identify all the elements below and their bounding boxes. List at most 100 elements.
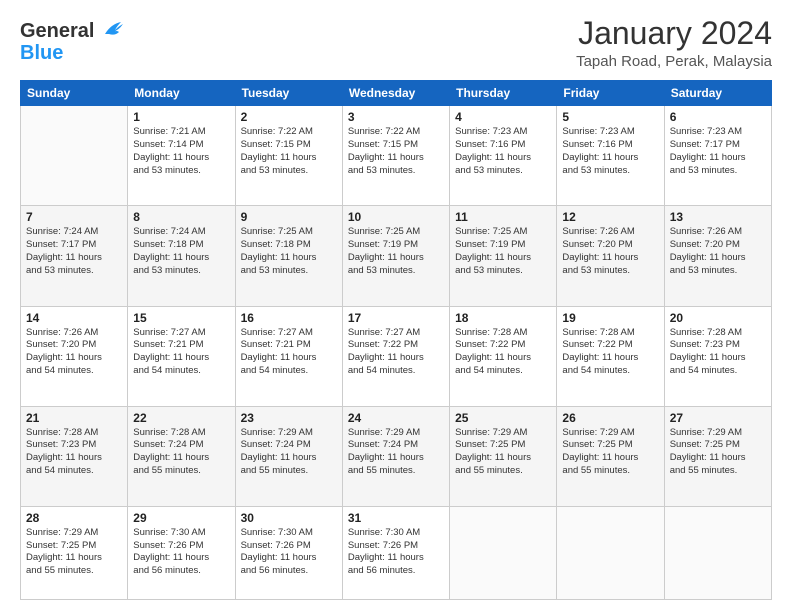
calendar-cell: 6 Sunrise: 7:23 AM Sunset: 7:17 PM Daylig… — [664, 106, 771, 206]
day-info: Sunrise: 7:29 AM Sunset: 7:24 PM Dayligh… — [348, 427, 444, 478]
day-number: 25 — [455, 411, 551, 425]
day-number: 26 — [562, 411, 658, 425]
header-saturday: Saturday — [664, 81, 771, 106]
day-info: Sunrise: 7:28 AM Sunset: 7:23 PM Dayligh… — [670, 327, 766, 378]
day-number: 17 — [348, 311, 444, 325]
calendar-cell: 9 Sunrise: 7:25 AM Sunset: 7:18 PM Daylig… — [235, 206, 342, 306]
calendar-cell: 25 Sunrise: 7:29 AM Sunset: 7:25 PM Dayli… — [450, 406, 557, 506]
day-number: 10 — [348, 210, 444, 224]
day-number: 18 — [455, 311, 551, 325]
day-info: Sunrise: 7:21 AM Sunset: 7:14 PM Dayligh… — [133, 126, 229, 177]
day-info: Sunrise: 7:29 AM Sunset: 7:24 PM Dayligh… — [241, 427, 337, 478]
day-info: Sunrise: 7:30 AM Sunset: 7:26 PM Dayligh… — [348, 527, 444, 578]
day-info: Sunrise: 7:26 AM Sunset: 7:20 PM Dayligh… — [670, 226, 766, 277]
logo-bird-icon — [97, 16, 123, 42]
header-wednesday: Wednesday — [342, 81, 449, 106]
calendar-cell: 22Sunrise: 7:28 AM Sunset: 7:24 PM Dayli… — [128, 406, 235, 506]
calendar-cell: 5 Sunrise: 7:23 AM Sunset: 7:16 PM Daylig… — [557, 106, 664, 206]
calendar-cell — [21, 106, 128, 206]
day-number: 27 — [670, 411, 766, 425]
calendar-cell: 1 Sunrise: 7:21 AM Sunset: 7:14 PM Daylig… — [128, 106, 235, 206]
day-number: 11 — [455, 210, 551, 224]
day-info: Sunrise: 7:23 AM Sunset: 7:16 PM Dayligh… — [455, 126, 551, 177]
calendar-cell: 20 Sunrise: 7:28 AM Sunset: 7:23 PM Dayli… — [664, 306, 771, 406]
day-number: 24 — [348, 411, 444, 425]
day-info: Sunrise: 7:27 AM Sunset: 7:21 PM Dayligh… — [133, 327, 229, 378]
calendar-cell: 21Sunrise: 7:28 AM Sunset: 7:23 PM Dayli… — [21, 406, 128, 506]
day-info: Sunrise: 7:25 AM Sunset: 7:19 PM Dayligh… — [455, 226, 551, 277]
day-info: Sunrise: 7:28 AM Sunset: 7:23 PM Dayligh… — [26, 427, 122, 478]
day-number: 16 — [241, 311, 337, 325]
day-number: 13 — [670, 210, 766, 224]
day-info: Sunrise: 7:29 AM Sunset: 7:25 PM Dayligh… — [455, 427, 551, 478]
calendar-cell: 8 Sunrise: 7:24 AM Sunset: 7:18 PM Daylig… — [128, 206, 235, 306]
calendar-cell: 16 Sunrise: 7:27 AM Sunset: 7:21 PM Dayli… — [235, 306, 342, 406]
weekday-header-row: Sunday Monday Tuesday Wednesday Thursday… — [21, 81, 772, 106]
calendar-cell: 23Sunrise: 7:29 AM Sunset: 7:24 PM Dayli… — [235, 406, 342, 506]
calendar-cell: 29 Sunrise: 7:30 AM Sunset: 7:26 PM Dayli… — [128, 506, 235, 599]
day-number: 30 — [241, 511, 337, 525]
calendar-cell: 26 Sunrise: 7:29 AM Sunset: 7:25 PM Dayli… — [557, 406, 664, 506]
day-info: Sunrise: 7:24 AM Sunset: 7:17 PM Dayligh… — [26, 226, 122, 277]
calendar-cell: 19Sunrise: 7:28 AM Sunset: 7:22 PM Dayli… — [557, 306, 664, 406]
day-number: 22 — [133, 411, 229, 425]
calendar-cell: 18Sunrise: 7:28 AM Sunset: 7:22 PM Dayli… — [450, 306, 557, 406]
day-number: 29 — [133, 511, 229, 525]
calendar-subtitle: Tapah Road, Perak, Malaysia — [576, 53, 772, 70]
calendar-table: Sunday Monday Tuesday Wednesday Thursday… — [20, 80, 772, 600]
day-number: 28 — [26, 511, 122, 525]
day-number: 20 — [670, 311, 766, 325]
calendar-cell: 11 Sunrise: 7:25 AM Sunset: 7:19 PM Dayli… — [450, 206, 557, 306]
day-number: 1 — [133, 110, 229, 124]
header: General Blue January 2024 Tapah Road, Pe… — [20, 16, 772, 70]
title-section: January 2024 Tapah Road, Perak, Malaysia — [576, 16, 772, 70]
calendar-cell: 4 Sunrise: 7:23 AM Sunset: 7:16 PM Daylig… — [450, 106, 557, 206]
day-info: Sunrise: 7:25 AM Sunset: 7:18 PM Dayligh… — [241, 226, 337, 277]
calendar-cell: 28Sunrise: 7:29 AM Sunset: 7:25 PM Dayli… — [21, 506, 128, 599]
day-info: Sunrise: 7:26 AM Sunset: 7:20 PM Dayligh… — [26, 327, 122, 378]
calendar-cell — [557, 506, 664, 599]
calendar-cell: 2Sunrise: 7:22 AM Sunset: 7:15 PM Daylig… — [235, 106, 342, 206]
day-info: Sunrise: 7:30 AM Sunset: 7:26 PM Dayligh… — [133, 527, 229, 578]
calendar-cell: 30 Sunrise: 7:30 AM Sunset: 7:26 PM Dayli… — [235, 506, 342, 599]
calendar-cell: 3 Sunrise: 7:22 AM Sunset: 7:15 PM Daylig… — [342, 106, 449, 206]
calendar-page: General Blue January 2024 Tapah Road, Pe… — [0, 0, 792, 612]
day-number: 8 — [133, 210, 229, 224]
calendar-cell — [664, 506, 771, 599]
day-info: Sunrise: 7:27 AM Sunset: 7:21 PM Dayligh… — [241, 327, 337, 378]
day-info: Sunrise: 7:22 AM Sunset: 7:15 PM Dayligh… — [348, 126, 444, 177]
calendar-cell: 27 Sunrise: 7:29 AM Sunset: 7:25 PM Dayli… — [664, 406, 771, 506]
day-number: 2 — [241, 110, 337, 124]
day-number: 19 — [562, 311, 658, 325]
calendar-cell: 17 Sunrise: 7:27 AM Sunset: 7:22 PM Dayli… — [342, 306, 449, 406]
day-info: Sunrise: 7:24 AM Sunset: 7:18 PM Dayligh… — [133, 226, 229, 277]
day-number: 5 — [562, 110, 658, 124]
day-number: 9 — [241, 210, 337, 224]
logo-text-general: General — [20, 20, 94, 42]
header-thursday: Thursday — [450, 81, 557, 106]
day-info: Sunrise: 7:30 AM Sunset: 7:26 PM Dayligh… — [241, 527, 337, 578]
calendar-cell: 13 Sunrise: 7:26 AM Sunset: 7:20 PM Dayli… — [664, 206, 771, 306]
day-info: Sunrise: 7:25 AM Sunset: 7:19 PM Dayligh… — [348, 226, 444, 277]
day-number: 4 — [455, 110, 551, 124]
calendar-cell: 7Sunrise: 7:24 AM Sunset: 7:17 PM Daylig… — [21, 206, 128, 306]
day-number: 3 — [348, 110, 444, 124]
day-info: Sunrise: 7:27 AM Sunset: 7:22 PM Dayligh… — [348, 327, 444, 378]
day-number: 14 — [26, 311, 122, 325]
day-number: 6 — [670, 110, 766, 124]
calendar-title: January 2024 — [576, 16, 772, 51]
header-tuesday: Tuesday — [235, 81, 342, 106]
day-info: Sunrise: 7:29 AM Sunset: 7:25 PM Dayligh… — [670, 427, 766, 478]
calendar-cell — [450, 506, 557, 599]
calendar-cell: 12Sunrise: 7:26 AM Sunset: 7:20 PM Dayli… — [557, 206, 664, 306]
day-number: 12 — [562, 210, 658, 224]
header-monday: Monday — [128, 81, 235, 106]
day-info: Sunrise: 7:23 AM Sunset: 7:17 PM Dayligh… — [670, 126, 766, 177]
day-info: Sunrise: 7:29 AM Sunset: 7:25 PM Dayligh… — [562, 427, 658, 478]
header-sunday: Sunday — [21, 81, 128, 106]
day-info: Sunrise: 7:23 AM Sunset: 7:16 PM Dayligh… — [562, 126, 658, 177]
day-number: 31 — [348, 511, 444, 525]
logo: General Blue — [20, 16, 123, 64]
calendar-cell: 14 Sunrise: 7:26 AM Sunset: 7:20 PM Dayli… — [21, 306, 128, 406]
calendar-cell: 15Sunrise: 7:27 AM Sunset: 7:21 PM Dayli… — [128, 306, 235, 406]
